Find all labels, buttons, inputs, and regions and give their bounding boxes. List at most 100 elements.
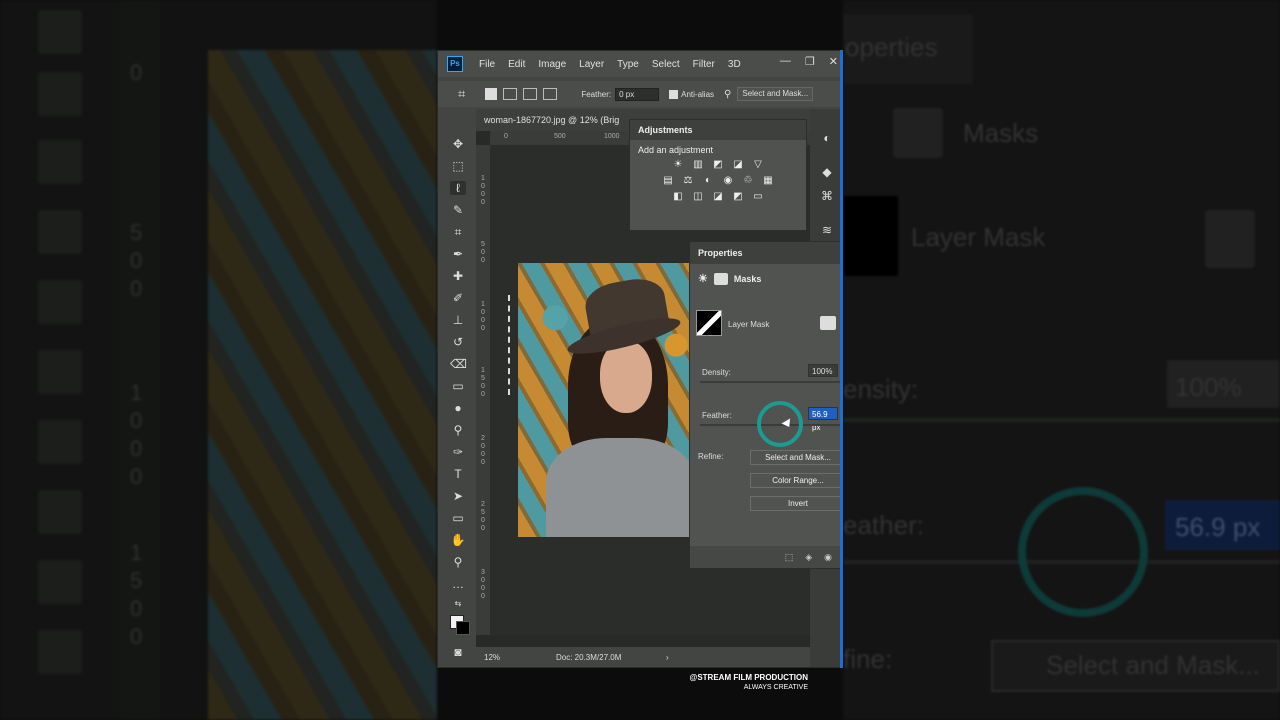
mask-thumbnail bbox=[696, 310, 722, 336]
swap-colors-icon[interactable]: ⇆ bbox=[450, 597, 466, 611]
feather-option-label: Feather: bbox=[581, 89, 612, 99]
pixel-mask-icon[interactable]: ☀ bbox=[698, 272, 708, 285]
gradient-tool-icon[interactable]: ▭ bbox=[450, 379, 466, 393]
zoom-level[interactable]: 12% bbox=[484, 647, 500, 667]
status-arrow-icon[interactable]: › bbox=[666, 647, 669, 667]
path-select-tool-icon[interactable]: ➤ bbox=[450, 489, 466, 503]
photoshop-window: Ps File Edit Image Layer Type Select Fil… bbox=[437, 50, 843, 668]
window-controls: — ❐ ✕ bbox=[780, 55, 838, 68]
menu-type[interactable]: Type bbox=[617, 59, 639, 70]
minimize-button[interactable]: — bbox=[780, 55, 791, 68]
menu-file[interactable]: File bbox=[479, 59, 495, 70]
subtract-selection-icon[interactable] bbox=[523, 88, 538, 100]
more-tools-icon[interactable]: … bbox=[450, 577, 466, 591]
menu-edit[interactable]: Edit bbox=[508, 59, 525, 70]
density-value[interactable]: 100% bbox=[808, 364, 838, 377]
photo-filter-icon[interactable]: ◉ bbox=[721, 175, 735, 187]
close-button[interactable]: ✕ bbox=[829, 55, 838, 68]
type-tool-icon[interactable]: T bbox=[450, 467, 466, 481]
healing-tool-icon[interactable]: ✚ bbox=[450, 269, 466, 283]
lasso-tool-preset-icon[interactable]: ⌗ bbox=[458, 86, 465, 102]
quick-select-tool-icon[interactable]: ✎ bbox=[450, 203, 466, 217]
clone-stamp-tool-icon[interactable]: ⊥ bbox=[450, 313, 466, 327]
menu-layer[interactable]: Layer bbox=[579, 59, 604, 70]
blur-tool-icon[interactable]: ● bbox=[450, 401, 466, 415]
move-tool-icon[interactable]: ✥ bbox=[450, 137, 466, 151]
levels-icon[interactable]: ▥ bbox=[691, 159, 705, 171]
rectangle-tool-icon[interactable]: ▭ bbox=[450, 511, 466, 525]
color-balance-icon[interactable]: ⚖ bbox=[681, 175, 695, 187]
curves-icon[interactable]: ◩ bbox=[711, 159, 725, 171]
layer-mask-label: Layer Mask bbox=[728, 320, 770, 329]
channel-mixer-icon[interactable]: ♲ bbox=[741, 175, 755, 187]
intersect-selection-icon[interactable] bbox=[543, 88, 558, 100]
apply-mask-footer-icon[interactable]: ◈ bbox=[805, 552, 812, 563]
lasso-tool-icon[interactable]: ℓ bbox=[450, 181, 466, 195]
menu-select[interactable]: Select bbox=[652, 59, 680, 70]
visibility-eye-icon[interactable]: ◉ bbox=[824, 552, 832, 563]
select-and-mask-button[interactable]: Select and Mask... bbox=[750, 450, 842, 465]
select-and-mask-option-button[interactable]: Select and Mask... bbox=[737, 87, 814, 101]
density-label: Density: bbox=[702, 368, 731, 377]
threshold-icon[interactable]: ◪ bbox=[711, 191, 725, 203]
eraser-tool-icon[interactable]: ⌫ bbox=[450, 357, 467, 371]
crop-tool-icon[interactable]: ⌗ bbox=[450, 225, 466, 239]
menu-3d[interactable]: 3D bbox=[728, 59, 741, 70]
selective-color-icon[interactable]: ◩ bbox=[731, 191, 745, 203]
photo-woman-with-hat bbox=[518, 263, 704, 537]
zoomed-background-left: 0 5 0 0 1 0 0 0 1 5 0 0 bbox=[0, 0, 437, 720]
hand-tool-icon[interactable]: ✋ bbox=[450, 533, 466, 547]
background-color-swatch[interactable] bbox=[456, 621, 470, 635]
zoom-tool-icon[interactable]: ⚲ bbox=[450, 555, 466, 569]
load-selection-icon[interactable]: ⬚ bbox=[785, 552, 794, 563]
add-selection-icon[interactable] bbox=[503, 88, 518, 100]
options-bar: ⌗ Feather: 0 px Anti-alias ⚲ Select and … bbox=[438, 81, 842, 107]
doc-size-info: Doc: 20.3M/27.0M bbox=[556, 653, 622, 662]
maximize-button[interactable]: ❐ bbox=[805, 55, 815, 68]
zoomed-background-right: operties Masks Layer Mask ensity: 100% e… bbox=[843, 0, 1280, 720]
eyedropper-tool-icon[interactable]: ✒ bbox=[450, 247, 466, 261]
color-range-button[interactable]: Color Range... bbox=[750, 473, 842, 488]
menu-filter[interactable]: Filter bbox=[693, 59, 715, 70]
watermark-tagline: ALWAYS CREATIVE bbox=[743, 684, 808, 691]
color-lookup-icon[interactable]: ▦ bbox=[761, 175, 775, 187]
adjustments-dock-icon[interactable]: ◐ bbox=[819, 131, 835, 145]
invert-button[interactable]: Invert bbox=[750, 496, 842, 511]
apply-mask-icon[interactable] bbox=[820, 316, 836, 330]
layers-dock-icon[interactable]: ≋ bbox=[819, 223, 835, 237]
invert-adjust-icon[interactable]: ◧ bbox=[671, 191, 685, 203]
paths-dock-icon[interactable]: ⌘ bbox=[819, 189, 835, 203]
feather-value[interactable]: 56.9 px bbox=[808, 407, 838, 432]
anti-alias-label: Anti-alias bbox=[681, 89, 715, 99]
marquee-tool-icon[interactable]: ⬚ bbox=[450, 159, 466, 173]
brightness-contrast-icon[interactable]: ☀ bbox=[671, 159, 685, 171]
posterize-icon[interactable]: ◫ bbox=[691, 191, 705, 203]
tools-panel: ✥ ⬚ ℓ ✎ ⌗ ✒ ✚ ✐ ⊥ ↺ ⌫ ▭ ● ⚲ ✑ T ➤ ▭ ✋ ⚲ … bbox=[444, 133, 472, 663]
gradient-map-icon[interactable]: ▭ bbox=[751, 191, 765, 203]
black-white-icon[interactable]: ◐ bbox=[701, 175, 715, 187]
hue-saturation-icon[interactable]: ▤ bbox=[661, 175, 675, 187]
new-selection-icon[interactable] bbox=[485, 88, 498, 100]
history-brush-tool-icon[interactable]: ↺ bbox=[450, 335, 466, 349]
menu-image[interactable]: Image bbox=[538, 59, 566, 70]
properties-dock-icon[interactable]: ◆ bbox=[819, 165, 835, 179]
dodge-tool-icon[interactable]: ⚲ bbox=[450, 423, 466, 437]
adjustments-panel: Adjustments Add an adjustment ☀ ▥ ◩ ◪ ▽ … bbox=[629, 119, 807, 231]
photoshop-logo: Ps bbox=[447, 56, 463, 72]
layer-mask-icon[interactable] bbox=[713, 272, 728, 285]
anti-alias-checkbox[interactable] bbox=[669, 89, 679, 99]
adjustments-title[interactable]: Adjustments bbox=[630, 120, 806, 140]
quick-mask-icon[interactable]: ◙ bbox=[450, 645, 466, 659]
vibrance-icon[interactable]: ▽ bbox=[751, 159, 765, 171]
search-icon[interactable]: ⚲ bbox=[724, 89, 731, 100]
feather-label: Feather: bbox=[702, 411, 732, 420]
properties-title[interactable]: Properties bbox=[690, 242, 842, 264]
feather-option-input[interactable]: 0 px bbox=[615, 87, 660, 101]
density-slider[interactable] bbox=[700, 381, 842, 383]
brush-tool-icon[interactable]: ✐ bbox=[450, 291, 466, 305]
pen-tool-icon[interactable]: ✑ bbox=[450, 445, 466, 459]
menu-bar: Ps File Edit Image Layer Type Select Fil… bbox=[438, 51, 842, 77]
masks-header: ☀ Masks bbox=[698, 272, 761, 285]
exposure-icon[interactable]: ◪ bbox=[731, 159, 745, 171]
click-highlight-ring bbox=[757, 401, 803, 447]
